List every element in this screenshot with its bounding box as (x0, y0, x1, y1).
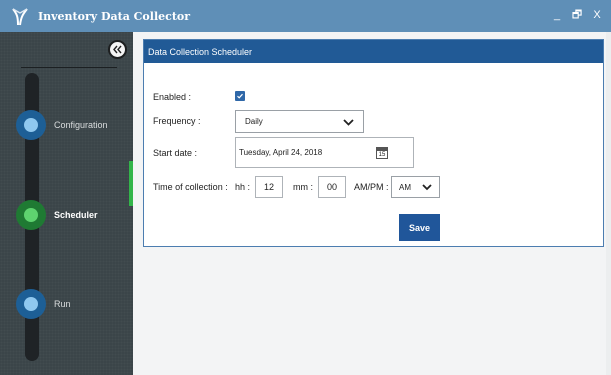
step-run[interactable]: Run (16, 289, 131, 319)
close-button[interactable]: X (591, 8, 603, 22)
chevron-down-icon (422, 184, 432, 191)
mm-label: mm : (293, 182, 313, 192)
step-indicator (16, 200, 46, 230)
step-configuration[interactable]: Configuration (16, 110, 131, 140)
double-chevron-left-icon (113, 45, 122, 54)
restore-button[interactable]: 🗗 (571, 8, 583, 22)
active-step-indicator (129, 161, 133, 206)
calendar-icon[interactable]: 15 (376, 147, 388, 159)
step-label: Scheduler (54, 210, 98, 220)
start-date-value: Tuesday, April 24, 2018 (239, 148, 323, 157)
hour-input[interactable]: 12 (255, 176, 283, 198)
start-date-picker[interactable]: Tuesday, April 24, 2018 15 (235, 137, 414, 168)
start-date-label: Start date : (153, 148, 198, 158)
enabled-checkbox[interactable] (235, 91, 245, 101)
chevron-down-icon (343, 119, 354, 126)
sidebar: Configuration Scheduler Run (0, 32, 133, 375)
enabled-label: Enabled : (153, 92, 192, 102)
ampm-value: AM (399, 182, 411, 192)
step-scheduler[interactable]: Scheduler (16, 200, 131, 230)
step-label: Configuration (54, 120, 108, 130)
scheduler-panel: Data Collection Scheduler Enabled : Freq… (143, 39, 604, 247)
app-logo-icon (12, 8, 28, 26)
frequency-label: Frequency : (153, 116, 201, 126)
hh-label: hh : (235, 182, 251, 192)
window-controls: _ 🗗 X (551, 8, 603, 22)
check-icon (237, 93, 243, 99)
minimize-button[interactable]: _ (551, 8, 563, 22)
step-indicator (16, 110, 46, 140)
save-button[interactable]: Save (399, 214, 440, 241)
ampm-label: AM/PM : (354, 182, 389, 192)
sidebar-divider (21, 67, 117, 68)
title-bar: Inventory Data Collector _ 🗗 X (0, 0, 611, 32)
frequency-value: Daily (245, 117, 263, 126)
panel-title: Data Collection Scheduler (144, 40, 603, 63)
collapse-sidebar-button[interactable] (108, 40, 127, 59)
ampm-dropdown[interactable]: AM (391, 176, 440, 198)
window-title: Inventory Data Collector (38, 9, 191, 23)
frequency-dropdown[interactable]: Daily (235, 110, 364, 133)
minute-input[interactable]: 00 (318, 176, 346, 198)
step-indicator (16, 289, 46, 319)
step-label: Run (54, 299, 71, 309)
scrollbar[interactable] (606, 32, 611, 375)
time-of-collection-label: Time of collection : (153, 182, 228, 192)
